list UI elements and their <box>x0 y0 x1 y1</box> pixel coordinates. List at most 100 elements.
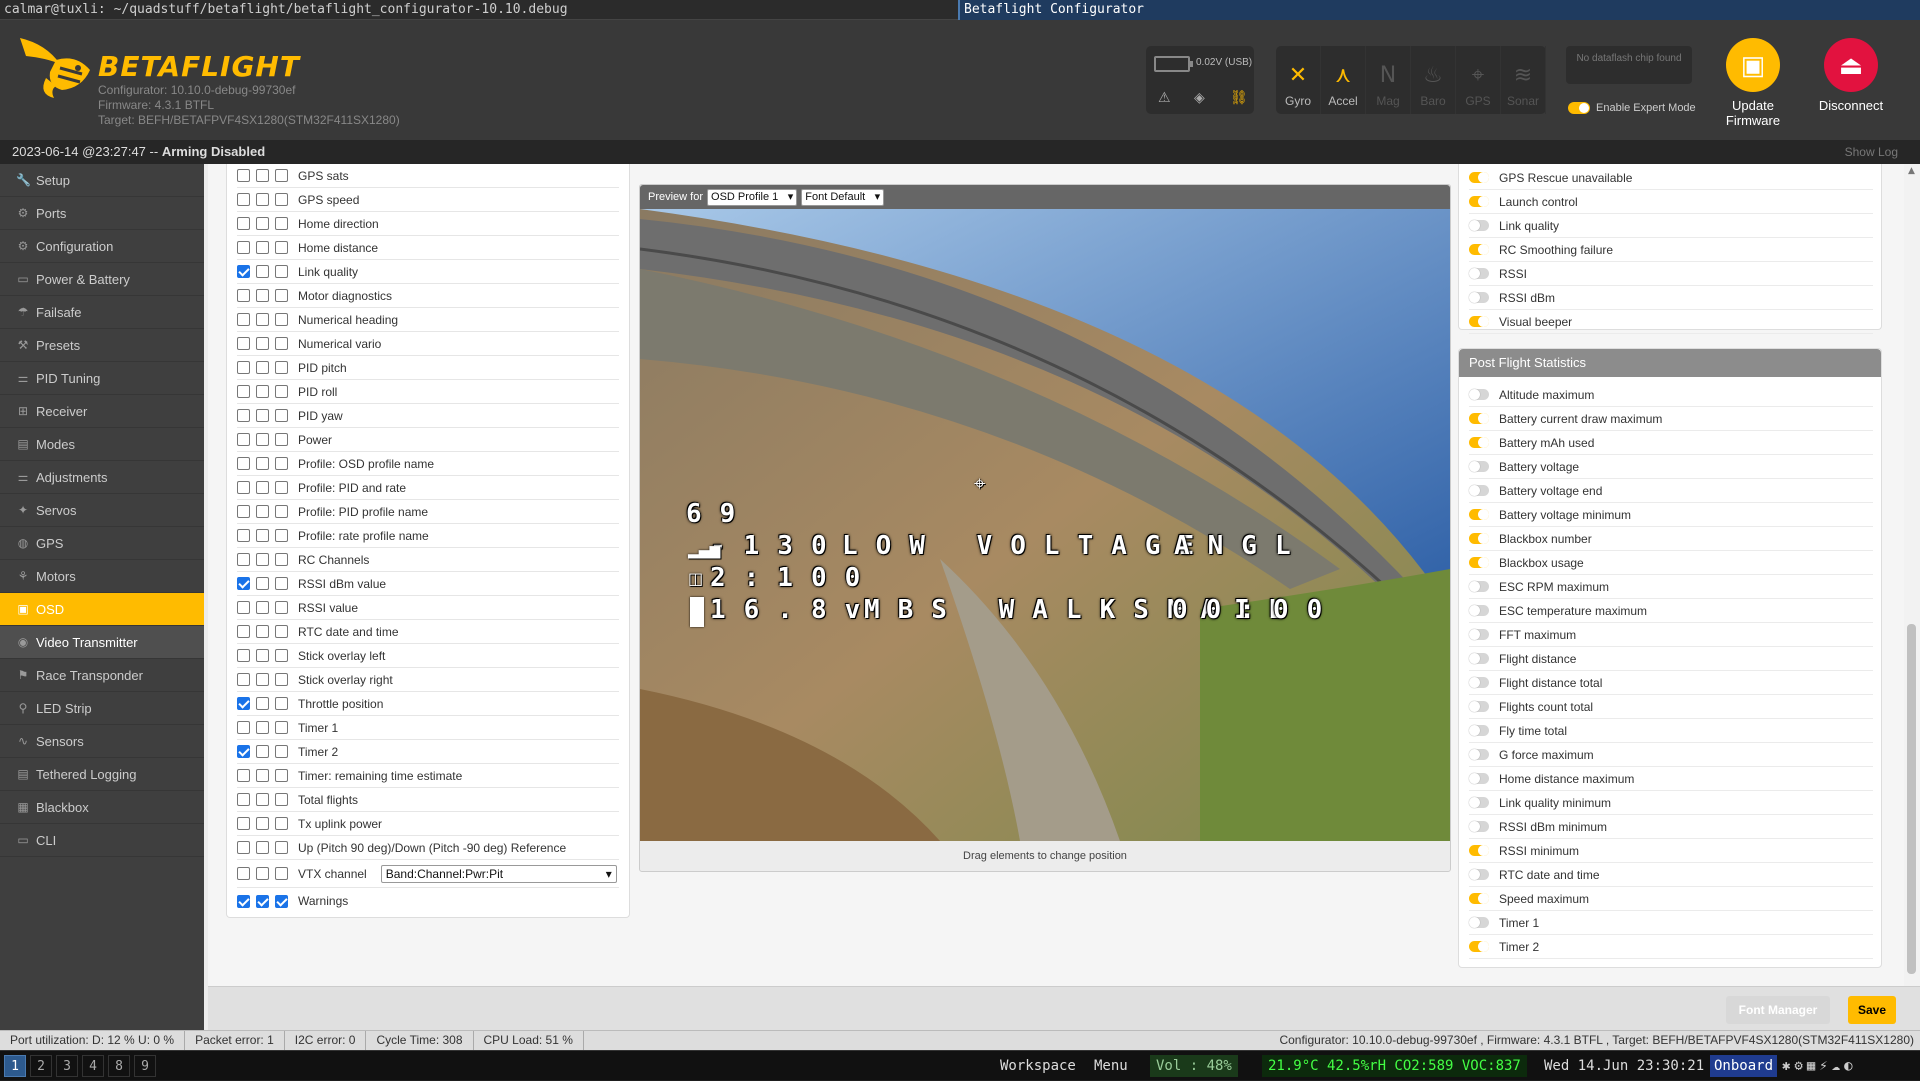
profile-checkbox-3[interactable] <box>275 409 288 422</box>
profile-checkbox-3[interactable] <box>275 649 288 662</box>
app-window-title[interactable]: Betaflight Configurator <box>958 0 1920 20</box>
profile-checkbox-2[interactable] <box>256 745 269 758</box>
profile-checkbox-1[interactable] <box>237 793 250 806</box>
terminal-window-title[interactable]: calmar@tuxli: ~/quadstuff/betaflight/bet… <box>0 0 958 20</box>
profile-checkbox-2[interactable] <box>256 625 269 638</box>
profile-checkbox-1[interactable] <box>237 673 250 686</box>
profile-checkbox-2[interactable] <box>256 601 269 614</box>
statistic-switch[interactable] <box>1469 557 1489 568</box>
profile-checkbox-2[interactable] <box>256 193 269 206</box>
profile-checkbox-1[interactable] <box>237 217 250 230</box>
profile-checkbox-3[interactable] <box>275 745 288 758</box>
warning-switch[interactable] <box>1469 268 1489 279</box>
scroll-up-icon[interactable]: ▲ <box>1908 166 1915 176</box>
sidebar-item-pid-tuning[interactable]: ⚌ PID Tuning <box>0 362 204 395</box>
profile-checkbox-2[interactable] <box>256 867 269 880</box>
sidebar-item-receiver[interactable]: ⊞ Receiver <box>0 395 204 428</box>
sidebar-item-gps[interactable]: ◍ GPS <box>0 527 204 560</box>
profile-checkbox-3[interactable] <box>275 289 288 302</box>
sidebar-item-motors[interactable]: ⚘ Motors <box>0 560 204 593</box>
workspace-4[interactable]: 4 <box>82 1054 104 1077</box>
sidebar-item-presets[interactable]: ⚒ Presets <box>0 329 204 362</box>
statistic-switch[interactable] <box>1469 893 1489 904</box>
font-manager-button[interactable]: Font Manager <box>1726 996 1830 1024</box>
statistic-switch[interactable] <box>1469 749 1489 760</box>
profile-checkbox-1[interactable] <box>237 385 250 398</box>
profile-checkbox-2[interactable] <box>256 409 269 422</box>
show-log-link[interactable]: Show Log <box>1845 140 1898 164</box>
statistic-switch[interactable] <box>1469 533 1489 544</box>
statistic-switch[interactable] <box>1469 437 1489 448</box>
profile-checkbox-1[interactable] <box>237 481 250 494</box>
sidebar-item-ports[interactable]: ⚙ Ports <box>0 197 204 230</box>
profile-checkbox-3[interactable] <box>275 769 288 782</box>
profile-checkbox-3[interactable] <box>275 385 288 398</box>
expert-mode-toggle[interactable]: Enable Expert Mode <box>1568 102 1696 114</box>
update-firmware-button[interactable]: ▣ Update Firmware <box>1708 38 1798 128</box>
osd-preview-video[interactable]: 69 -130 LOW VOLTAGE ANGL 2:100 16.8v MBS… <box>640 209 1450 841</box>
sidebar-item-blackbox[interactable]: ▦ Blackbox <box>0 791 204 824</box>
sidebar-item-cli[interactable]: ▭ CLI <box>0 824 204 857</box>
profile-checkbox-3[interactable] <box>275 505 288 518</box>
profile-checkbox-3[interactable] <box>275 894 288 908</box>
profile-checkbox-1[interactable] <box>237 649 250 662</box>
profile-checkbox-1[interactable] <box>237 361 250 374</box>
profile-checkbox-1[interactable] <box>237 433 250 446</box>
profile-checkbox-3[interactable] <box>275 697 288 710</box>
profile-checkbox-2[interactable] <box>256 481 269 494</box>
profile-checkbox-1[interactable] <box>237 721 250 734</box>
workspace-3[interactable]: 3 <box>56 1054 78 1077</box>
profile-checkbox-2[interactable] <box>256 841 269 854</box>
profile-checkbox-3[interactable] <box>275 529 288 542</box>
statistic-switch[interactable] <box>1469 869 1489 880</box>
profile-checkbox-1[interactable] <box>237 577 250 590</box>
sidebar-item-tethered-logging[interactable]: ▤ Tethered Logging <box>0 758 204 791</box>
profile-checkbox-3[interactable] <box>275 193 288 206</box>
profile-checkbox-2[interactable] <box>256 457 269 470</box>
profile-checkbox-3[interactable] <box>275 313 288 326</box>
statistic-switch[interactable] <box>1469 581 1489 592</box>
statistic-switch[interactable] <box>1469 389 1489 400</box>
profile-checkbox-1[interactable] <box>237 625 250 638</box>
statistic-switch[interactable] <box>1469 845 1489 856</box>
profile-checkbox-2[interactable] <box>256 529 269 542</box>
profile-checkbox-3[interactable] <box>275 817 288 830</box>
profile-checkbox-2[interactable] <box>256 337 269 350</box>
content-scrollbar[interactable] <box>1904 164 1920 986</box>
workspace-2[interactable]: 2 <box>30 1054 52 1077</box>
profile-checkbox-3[interactable] <box>275 601 288 614</box>
warning-switch[interactable] <box>1469 220 1489 231</box>
statistic-switch[interactable] <box>1469 773 1489 784</box>
sidebar-item-race-transponder[interactable]: ⚑ Race Transponder <box>0 659 204 692</box>
profile-checkbox-2[interactable] <box>256 894 269 908</box>
workspace-8[interactable]: 8 <box>108 1054 130 1077</box>
profile-checkbox-2[interactable] <box>256 265 269 278</box>
osd-warnings[interactable]: LOW VOLTAGE <box>842 531 1212 561</box>
profile-checkbox-2[interactable] <box>256 433 269 446</box>
profile-checkbox-2[interactable] <box>256 361 269 374</box>
profile-checkbox-1[interactable] <box>237 769 250 782</box>
statistic-switch[interactable] <box>1469 701 1489 712</box>
profile-checkbox-1[interactable] <box>237 601 250 614</box>
profile-checkbox-2[interactable] <box>256 817 269 830</box>
profile-checkbox-3[interactable] <box>275 457 288 470</box>
profile-checkbox-2[interactable] <box>256 313 269 326</box>
profile-checkbox-3[interactable] <box>275 433 288 446</box>
statistic-switch[interactable] <box>1469 677 1489 688</box>
profile-checkbox-1[interactable] <box>237 313 250 326</box>
profile-checkbox-2[interactable] <box>256 769 269 782</box>
taskbar-menu[interactable]: Menu <box>1094 1051 1128 1081</box>
profile-checkbox-3[interactable] <box>275 577 288 590</box>
statistic-switch[interactable] <box>1469 821 1489 832</box>
statistic-switch[interactable] <box>1469 917 1489 928</box>
profile-checkbox-1[interactable] <box>237 867 250 880</box>
expert-mode-switch[interactable] <box>1568 102 1590 114</box>
osd-battery-voltage[interactable]: 16.8v <box>710 595 878 625</box>
profile-checkbox-2[interactable] <box>256 385 269 398</box>
profile-checkbox-3[interactable] <box>275 337 288 350</box>
profile-checkbox-3[interactable] <box>275 553 288 566</box>
profile-checkbox-1[interactable] <box>237 337 250 350</box>
warning-switch[interactable] <box>1469 316 1489 327</box>
statistic-switch[interactable] <box>1469 941 1489 952</box>
warning-switch[interactable] <box>1469 172 1489 183</box>
